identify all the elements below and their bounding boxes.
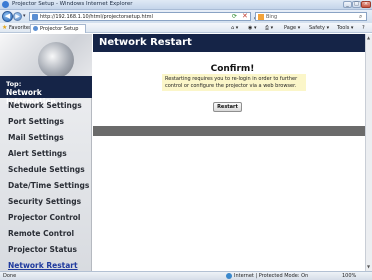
tab-projector-setup[interactable]: Projector Setup — [30, 24, 86, 33]
sidebar-item-alert-settings[interactable]: Alert Settings — [8, 149, 67, 158]
home-icon[interactable]: ⌂ ▾ — [231, 25, 238, 31]
favorites-star-icon[interactable]: ★ — [2, 24, 7, 31]
zoom-level[interactable]: 100% — [342, 273, 356, 279]
internet-zone-icon — [226, 273, 232, 279]
search-placeholder: Bing — [266, 14, 278, 20]
sidebar-item-projector-control[interactable]: Projector Control — [8, 213, 81, 222]
security-zone-text[interactable]: Internet | Protected Mode: On — [234, 273, 308, 279]
search-input[interactable]: Bing ⌕ — [255, 12, 367, 21]
stop-icon[interactable]: ✕ — [242, 12, 248, 20]
restart-notice: Restarting requires you to re-login in o… — [162, 74, 306, 91]
command-safety[interactable]: Safety ▾ — [309, 25, 329, 31]
search-icon[interactable]: ⌕ — [359, 13, 362, 21]
page-icon — [32, 14, 38, 20]
page-viewport: Top: Network Information Network Setting… — [0, 34, 372, 271]
forward-arrow-icon[interactable]: ▶ — [13, 12, 22, 21]
sidebar-item-network-settings[interactable]: Network Settings — [8, 101, 82, 110]
title-bar: Projector Setup - Windows Internet Explo… — [0, 0, 372, 10]
tab-page-icon — [33, 26, 38, 31]
url-text[interactable]: http://192.168.1.10/html/projectorsetup.… — [40, 14, 153, 20]
content-header: Network Restart — [93, 34, 372, 52]
tab-label: Projector Setup — [40, 26, 79, 32]
favorites-button[interactable]: Favorites — [9, 25, 32, 31]
restart-button[interactable]: Restart — [213, 102, 242, 112]
confirm-heading: Confirm! — [210, 64, 255, 74]
sidebar-item-projector-status[interactable]: Projector Status — [8, 245, 77, 254]
back-arrow-icon[interactable]: ◀ — [2, 11, 13, 22]
favorites-bar: ★ Favorites Projector Setup ⌂ ▾ ◉ ▾ ⎙ ▾ … — [0, 23, 372, 33]
address-bar: ◀ ▶ ▾ http://192.168.1.10/html/projector… — [0, 10, 372, 23]
vertical-scrollbar[interactable]: ▲ ▼ — [365, 34, 372, 271]
sidebar-item-datetime-settings[interactable]: Date/Time Settings — [8, 181, 89, 190]
maximize-button[interactable]: □ — [352, 1, 361, 8]
sidebar-item-remote-control[interactable]: Remote Control — [8, 229, 74, 238]
ie-app-icon — [2, 1, 9, 8]
lens-graphic — [38, 42, 74, 76]
sidebar-item-security-settings[interactable]: Security Settings — [8, 197, 81, 206]
command-page[interactable]: Page ▾ — [284, 25, 300, 31]
url-field[interactable]: http://192.168.1.10/html/projectorsetup.… — [29, 12, 257, 22]
bing-logo-icon — [258, 14, 264, 20]
command-tools[interactable]: Tools ▾ — [337, 25, 353, 31]
notice-line-2: control or configure the projector via a… — [165, 83, 297, 89]
feeds-icon[interactable]: ◉ ▾ — [248, 25, 256, 31]
content-footer-bar — [93, 126, 372, 136]
sidebar-top-link[interactable]: Top: Network Information — [0, 76, 92, 106]
sidebar-top-label: Top: — [6, 80, 22, 88]
sidebar-item-mail-settings[interactable]: Mail Settings — [8, 133, 64, 142]
status-bar: Done Internet | Protected Mode: On 100% — [0, 271, 372, 280]
window-title: Projector Setup - Windows Internet Explo… — [12, 1, 133, 7]
main-content: Network Restart Confirm! Restarting requ… — [93, 34, 372, 271]
sidebar-item-network-restart[interactable]: Network Restart — [8, 261, 78, 270]
minimize-button[interactable]: _ — [343, 1, 352, 8]
help-icon[interactable]: ? — [362, 25, 365, 31]
status-text: Done — [3, 273, 17, 279]
sidebar-item-port-settings[interactable]: Port Settings — [8, 117, 64, 126]
refresh-icon[interactable]: ⟳ — [232, 13, 237, 20]
projector-logo — [0, 34, 92, 76]
notice-line-1: Restarting requires you to re-login in o… — [165, 76, 298, 82]
scroll-down-icon[interactable]: ▼ — [367, 264, 370, 269]
history-dropdown-icon[interactable]: ▾ — [23, 13, 26, 19]
close-button[interactable]: × — [361, 1, 371, 8]
scroll-up-icon[interactable]: ▲ — [367, 35, 370, 40]
sidebar-item-schedule-settings[interactable]: Schedule Settings — [8, 165, 85, 174]
page-title: Network Restart — [99, 37, 192, 48]
print-icon[interactable]: ⎙ ▾ — [265, 25, 273, 31]
sidebar: Top: Network Information Network Setting… — [0, 34, 92, 271]
